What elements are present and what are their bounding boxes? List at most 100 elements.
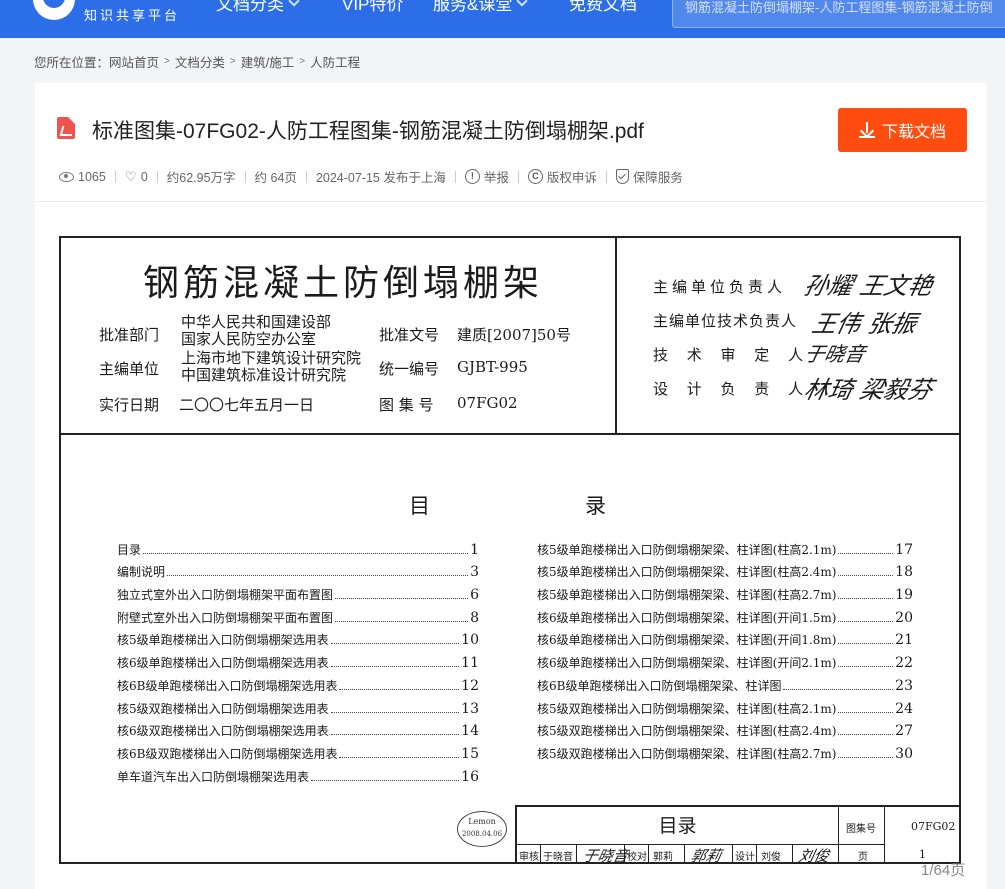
chevron-right-icon: > bbox=[229, 56, 236, 67]
toc-entry-title: 核6级双跑楼梯出入口防倒塌棚架选用表 bbox=[117, 724, 329, 739]
toc-leader bbox=[838, 552, 894, 554]
report-button[interactable]: ! 举报 bbox=[464, 167, 509, 186]
toc-entry: 核6级单跑楼梯出入口防倒塌棚架梁、柱详图(开间1.8m) 21 bbox=[537, 626, 913, 648]
toc-entry-page: 19 bbox=[895, 587, 913, 604]
approve-dept-label: 批准部门 bbox=[99, 326, 160, 344]
approve-dept-line: 国家人民防空办公室 bbox=[181, 330, 317, 348]
toc-entry-title: 目录 bbox=[117, 542, 142, 557]
top-nav-bar: 知识共享平台 文档分类 VIP特价 服务&课堂 免费文档 钢筋混凝土防倒塌棚架-… bbox=[0, 0, 1005, 38]
toc-right-column: 核5级单跑楼梯出入口防倒塌棚架梁、柱详图(柱高2.1m) 17 核5级单跑楼梯出入口… bbox=[537, 535, 913, 762]
toc-entry: 核5级单跑楼梯出入口防倒塌棚架梁、柱详图(柱高2.4m) 18 bbox=[537, 558, 913, 580]
tb-review-label: 审核 bbox=[519, 852, 539, 863]
toc-entry: 核5级双跑楼梯出入口防倒塌棚架梁、柱详图(柱高2.1m) 24 bbox=[537, 694, 913, 717]
effective-date: 二〇〇七年五月一日 bbox=[179, 396, 315, 414]
toc-leader bbox=[783, 688, 894, 690]
toc-leader bbox=[339, 756, 460, 758]
nav-doc-categories[interactable]: 文档分类 bbox=[216, 0, 300, 15]
toc-entry-title: 核5级单跑楼梯出入口防倒塌棚架梁、柱详图(柱高2.7m) bbox=[537, 588, 837, 603]
editor-units: 上海市地下建筑设计研究院 中国建筑标准设计研究院 bbox=[181, 350, 361, 384]
toc-entry-page: 12 bbox=[461, 677, 479, 694]
nav-services[interactable]: 服务&课堂 bbox=[433, 0, 529, 15]
toc-leader bbox=[167, 575, 469, 577]
chevron-right-icon: > bbox=[299, 56, 306, 67]
toc-entry-page: 10 bbox=[461, 632, 479, 649]
toc-entry-page: 23 bbox=[895, 677, 913, 694]
toc-leader bbox=[838, 643, 894, 645]
tb-design-label: 设计 bbox=[735, 852, 755, 863]
toc-entry-title: 核6级单跑楼梯出入口防倒塌棚架梁、柱详图(开间1.8m) bbox=[537, 633, 837, 648]
toc-entry-title: 核5级双跑楼梯出入口防倒塌棚架选用表 bbox=[117, 701, 329, 716]
download-icon bbox=[858, 122, 875, 138]
toc-leader bbox=[838, 620, 894, 622]
toc-entry-page: 20 bbox=[895, 609, 913, 626]
sig-label: 主编单位技术负责人 bbox=[653, 312, 798, 330]
toc-entry-page: 1 bbox=[470, 541, 479, 558]
word-count: 约62.95万字 bbox=[166, 171, 236, 185]
toc-entry-title: 核5级单跑楼梯出入口防倒塌棚架选用表 bbox=[117, 633, 329, 648]
editor-line: 中国建筑标准设计研究院 bbox=[181, 366, 347, 384]
toc-leader bbox=[339, 688, 460, 690]
site-logo-text[interactable]: 知识共享平台 bbox=[84, 5, 180, 24]
title-block: 目录 图集号 07FG02 审核 于晓音 于晓音 校对 郭莉 郭莉 设计 刘俊 … bbox=[515, 805, 961, 865]
toc-entry-title: 核5级单跑楼梯出入口防倒塌棚架梁、柱详图(柱高2.1m) bbox=[537, 542, 837, 557]
tb-check-name: 郭莉 bbox=[653, 852, 673, 863]
title-block-signoff: 审核 于晓音 于晓音 校对 郭莉 郭莉 设计 刘俊 刘俊 页 1 bbox=[517, 845, 961, 865]
toc-heading-1: 目 bbox=[409, 494, 430, 518]
stamp-line: 2008.04.06 bbox=[461, 830, 503, 838]
nav-free-docs[interactable]: 免费文档 bbox=[569, 0, 637, 15]
shield-check-icon bbox=[615, 169, 629, 184]
tb-atlas-label: 图集号 bbox=[846, 824, 876, 835]
chevron-down-icon bbox=[516, 0, 529, 7]
tb-design-name: 刘俊 bbox=[761, 852, 781, 863]
view-count: 1065 bbox=[78, 169, 106, 184]
unified-no-label: 统一编号 bbox=[379, 360, 440, 378]
nav-label: 文档分类 bbox=[216, 0, 284, 14]
approve-dept: 中华人民共和国建设部 国家人民防空办公室 bbox=[181, 314, 331, 348]
toc-entry-title: 核6B级单跑楼梯出入口防倒塌棚架选用表 bbox=[117, 678, 338, 693]
toc-entry: 独立式室外出入口防倒塌棚架平面布置图 6 bbox=[117, 580, 479, 603]
toc-entry: 核6B级单跑楼梯出入口防倒塌棚架梁、柱详图 23 bbox=[537, 671, 913, 694]
toc-leader bbox=[143, 552, 469, 554]
toc-entry: 核5级单跑楼梯出入口防倒塌棚架梁、柱详图(柱高2.1m) 17 bbox=[537, 535, 913, 558]
breadcrumb-home[interactable]: 网站首页 bbox=[109, 52, 159, 71]
document-meta: 1065 ♡ 0 约62.95万字 约 64页 2024-07-15 发布于上海 … bbox=[59, 167, 683, 186]
toc-leader bbox=[838, 734, 894, 736]
download-button[interactable]: 下载文档 bbox=[838, 108, 967, 152]
report-label: 举报 bbox=[483, 171, 509, 185]
toc-entry: 核5级双跑楼梯出入口防倒塌棚架选用表 13 bbox=[117, 694, 479, 717]
toc-leader bbox=[330, 734, 460, 736]
guarantee-button[interactable]: 保障服务 bbox=[615, 167, 683, 186]
pdf-file-icon bbox=[57, 117, 75, 139]
toc-entry-page: 16 bbox=[461, 768, 479, 785]
breadcrumb-civil-defense[interactable]: 人防工程 bbox=[310, 52, 360, 71]
tb-review-name: 于晓音 bbox=[543, 852, 573, 863]
chevron-right-icon: > bbox=[164, 56, 170, 67]
signature: 郭莉 bbox=[688, 847, 723, 865]
copyright-button[interactable]: C 版权申诉 bbox=[527, 167, 597, 186]
toc-leader bbox=[330, 643, 460, 645]
toc-entry: 核6B级单跑楼梯出入口防倒塌棚架选用表 12 bbox=[117, 671, 479, 694]
toc-leader bbox=[330, 666, 460, 668]
title-block-name: 目录 bbox=[517, 807, 839, 845]
approve-no: 建质[2007]50号 bbox=[457, 326, 571, 344]
breadcrumb-categories[interactable]: 文档分类 bbox=[175, 52, 225, 71]
toc-entry-page: 8 bbox=[470, 609, 479, 626]
document-preview-page: 钢筋混凝土防倒塌棚架 批准部门 中华人民共和国建设部 国家人民防空办公室 批准文… bbox=[59, 236, 961, 865]
toc-leader bbox=[838, 756, 894, 758]
breadcrumb-construction[interactable]: 建筑/施工 bbox=[241, 52, 294, 71]
toc-left-column: 目录 1 编制说明 3 独立式室外出入口防倒塌棚架平面布置图 6 附壁式室外出入口防倒塌棚架… bbox=[117, 535, 479, 785]
nav-vip-deals[interactable]: VIP特价 bbox=[342, 0, 403, 15]
toc-entry-title: 核6B级单跑楼梯出入口防倒塌棚架梁、柱详图 bbox=[537, 678, 782, 693]
toc-leader bbox=[838, 666, 894, 668]
toc-entry-title: 附壁式室外出入口防倒塌棚架平面布置图 bbox=[117, 610, 334, 625]
site-logo-icon[interactable] bbox=[33, 0, 75, 20]
search-input[interactable]: 钢筋混凝土防倒塌棚架-人防工程图集-钢筋混凝土防倒 bbox=[672, 0, 1005, 28]
editor-label: 主编单位 bbox=[99, 360, 160, 378]
toc-heading-2: 录 bbox=[585, 494, 606, 518]
like-button[interactable]: ♡ 0 bbox=[125, 170, 148, 184]
toc-entry-page: 3 bbox=[470, 564, 479, 581]
toc-entry: 编制说明 3 bbox=[117, 558, 479, 581]
toc-entry: 核5级双跑楼梯出入口防倒塌棚架梁、柱详图(柱高2.7m) 30 bbox=[537, 739, 913, 762]
toc-entry: 核6B级双跑楼梯出入口防倒塌棚架选用表 15 bbox=[117, 739, 479, 762]
toc-entry: 核6级双跑楼梯出入口防倒塌棚架选用表 14 bbox=[117, 717, 479, 739]
